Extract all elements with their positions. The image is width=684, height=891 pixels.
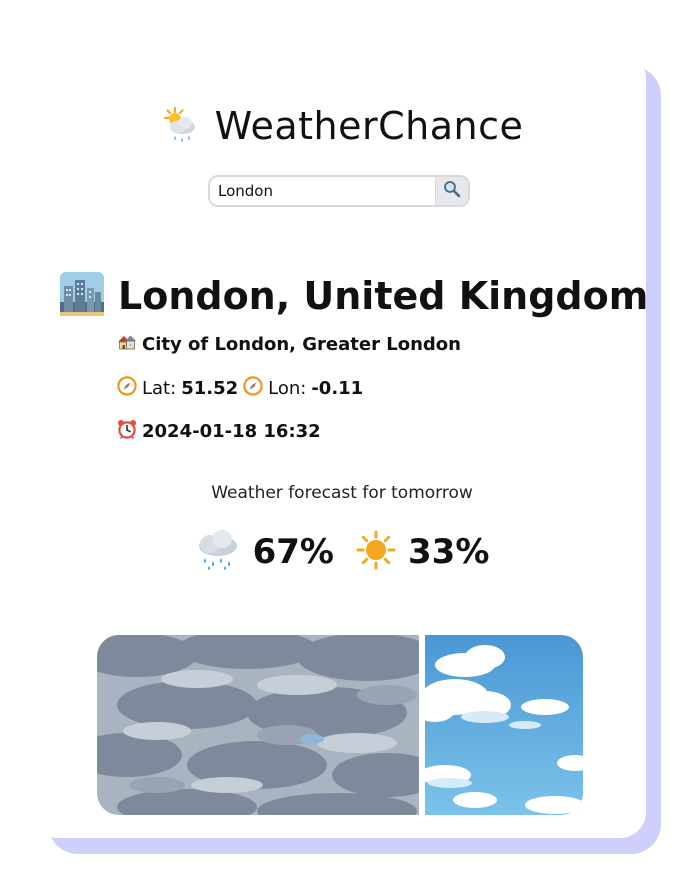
compass-icon [243,376,263,401]
search-input[interactable] [210,177,435,205]
magnifier-icon [443,180,461,202]
sun-percent: 33% [408,532,490,572]
location-name: London, United Kingdom [118,274,649,318]
rainy-sky-image [97,635,419,815]
search-button[interactable] [434,177,468,205]
page: WeatherChance London London, United King… [0,0,684,891]
sun-behind-rain-cloud-icon [161,106,199,146]
location-heading: London, United Kingdom [60,272,648,320]
rain-cloud-icon [195,528,241,576]
sunny-sky-image [425,635,583,815]
alarm-clock-icon [117,419,137,444]
cityscape-icon [60,272,104,320]
lon-label: Lon: [268,378,307,399]
sun-chance: 33% [356,530,489,574]
lat-value: 51.52 [181,378,239,399]
region-text: City of London, Greater London [142,334,461,355]
houses-icon [117,333,137,356]
forecast-label: Weather forecast for tomorrow [211,483,473,503]
coordinates-row: Lat: 51.52 Lon: -0.11 [117,376,363,401]
datetime-text: 2024-01-18 16:32 [142,421,321,442]
search-bar [208,175,470,207]
forecast-gallery [97,635,583,815]
rain-chance: 67% [195,528,334,576]
compass-icon [117,376,137,401]
lon-value: -0.11 [311,378,364,399]
forecast-chances: 67% 33% [0,528,684,576]
region-row: City of London, Greater London [117,333,461,356]
sun-icon [356,530,396,574]
rain-percent: 67% [252,532,334,572]
app-title: WeatherChance [214,104,524,148]
lat-label: Lat: [142,378,177,399]
datetime-row: 2024-01-18 16:32 [117,419,321,444]
app-header: WeatherChance [0,104,684,148]
